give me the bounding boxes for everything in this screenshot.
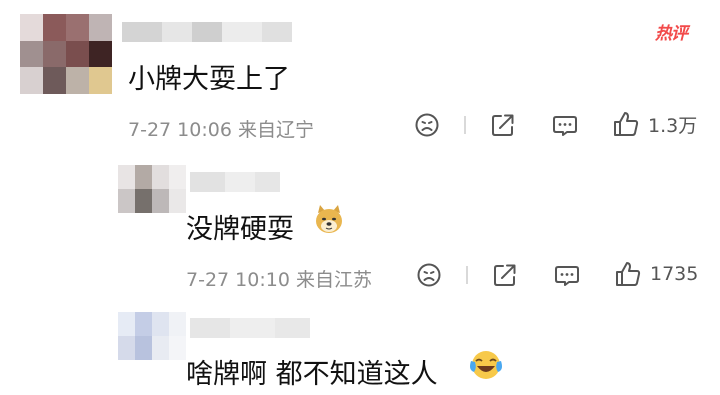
sad-face-icon	[415, 113, 439, 137]
like-count: 1735	[650, 263, 699, 285]
avatar[interactable]	[118, 165, 186, 213]
comment-meta: 7-27 10:06 来自辽宁	[128, 119, 314, 141]
share-icon	[494, 264, 516, 286]
sad-face-icon	[417, 263, 441, 287]
like-count: 1.3万	[648, 114, 698, 137]
dislike-button[interactable]	[416, 262, 442, 288]
like-button[interactable]: 1735	[614, 260, 698, 288]
dislike-button[interactable]	[414, 112, 440, 138]
avatar[interactable]	[118, 312, 186, 360]
comment-text: 没牌硬耍	[186, 214, 294, 245]
username-blurred[interactable]	[190, 318, 310, 338]
reply-button[interactable]	[552, 112, 578, 138]
comment-bubble-icon	[555, 266, 579, 286]
divider	[464, 116, 466, 134]
comment-bubble-icon	[553, 116, 577, 136]
divider	[466, 266, 468, 284]
username-blurred[interactable]	[122, 22, 292, 42]
comment-text: 啥牌啊 都不知道这人	[186, 359, 438, 390]
reply-button[interactable]	[554, 262, 580, 288]
comment-text: 小牌大耍上了	[128, 64, 290, 95]
avatar[interactable]	[20, 14, 112, 94]
thumbs-up-icon	[616, 262, 641, 286]
username-blurred[interactable]	[190, 172, 280, 192]
share-button[interactable]	[492, 262, 518, 288]
doge-emoji	[316, 205, 342, 233]
share-button[interactable]	[490, 112, 516, 138]
thumbs-up-icon	[614, 112, 639, 136]
hot-comment-badge: 热评	[655, 24, 688, 44]
share-icon	[492, 114, 514, 136]
like-button[interactable]: 1.3万	[612, 110, 697, 138]
laugh-cry-emoji	[470, 351, 502, 379]
comment-meta: 7-27 10:10 来自江苏	[186, 269, 372, 291]
